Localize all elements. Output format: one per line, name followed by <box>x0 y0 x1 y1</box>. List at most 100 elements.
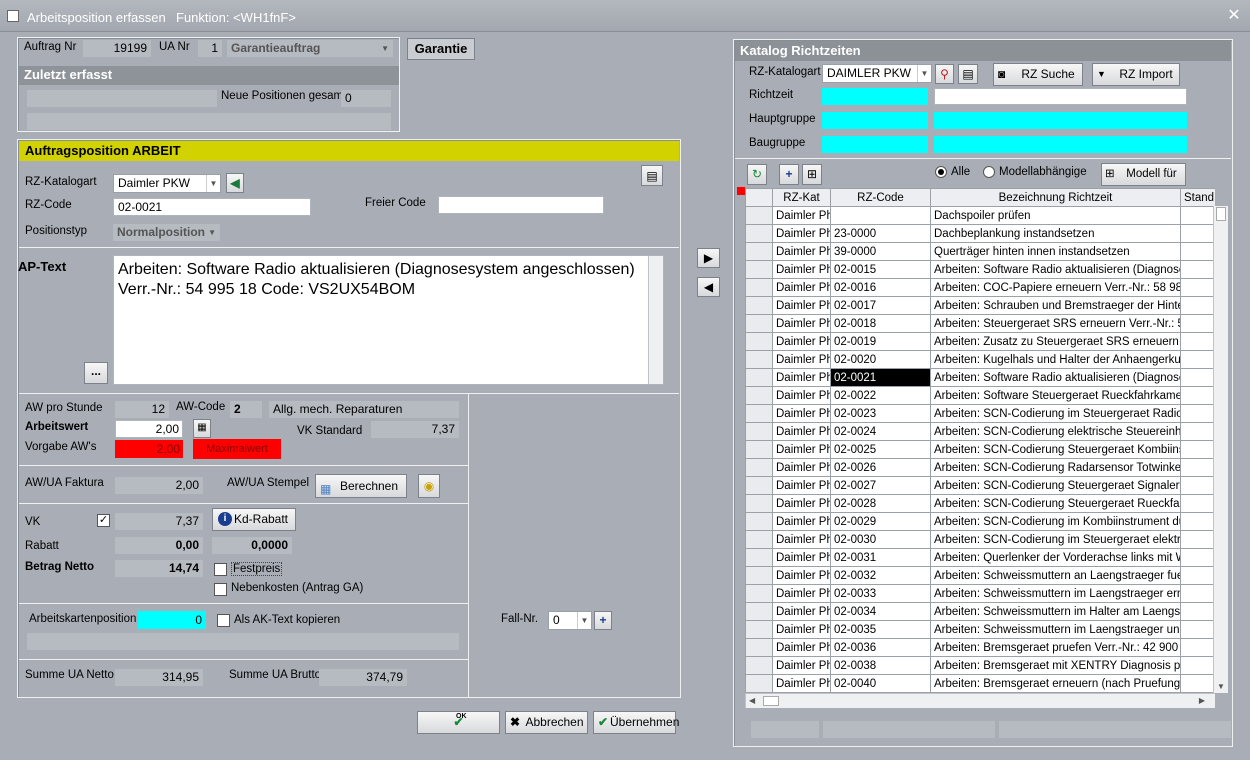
table-cell[interactable]: Daimler Ph <box>772 206 831 225</box>
row-header[interactable] <box>745 476 773 495</box>
table-cell[interactable]: Daimler Ph <box>772 458 831 477</box>
table-row[interactable]: Daimler Ph 02-0015 Arbeiten: Software Radi… <box>745 260 1215 279</box>
table-cell[interactable]: Arbeiten: Software Radio aktualisieren (… <box>930 368 1181 387</box>
table-cell[interactable] <box>1180 422 1215 441</box>
row-header[interactable] <box>745 224 773 243</box>
table-row[interactable]: Daimler Ph 02-0029 Arbeiten: SCN-Codierung… <box>745 512 1215 531</box>
table-row[interactable]: Daimler Ph 02-0036 Arbeiten: Bremsgeraet p… <box>745 638 1215 657</box>
arbeitswert-input[interactable]: 2,00 <box>115 420 183 438</box>
row-header[interactable] <box>745 404 773 423</box>
row-header[interactable] <box>745 674 773 693</box>
table-cell[interactable]: Querträger hinten innen instandsetzen <box>930 242 1181 261</box>
table-cell[interactable]: 02-0023 <box>830 404 931 423</box>
table-cell[interactable] <box>1180 638 1215 657</box>
table-cell[interactable]: Daimler Ph <box>772 440 831 459</box>
hauptgruppe-text[interactable] <box>934 112 1187 129</box>
table-cell[interactable] <box>1180 314 1215 333</box>
table-cell[interactable] <box>1180 296 1215 315</box>
row-header[interactable] <box>745 584 773 603</box>
stamp-icon[interactable]: ◉ <box>418 474 440 498</box>
row-header[interactable] <box>745 548 773 567</box>
table-row[interactable]: Daimler Ph 02-0033 Arbeiten: Schweissmutte… <box>745 584 1215 603</box>
rz-katalogart-select[interactable]: Daimler PKW ▼ <box>113 174 221 193</box>
table-cell[interactable] <box>1180 386 1215 405</box>
table-cell[interactable]: 02-0032 <box>830 566 931 585</box>
table-cell[interactable] <box>1180 278 1215 297</box>
table-cell[interactable]: 02-0015 <box>830 260 931 279</box>
table-row[interactable]: Daimler Ph 23-0000 Dachbeplankung instands… <box>745 224 1215 243</box>
uebernehmen-button[interactable]: ✔ Übernehmen <box>593 711 679 734</box>
table-cell[interactable]: Arbeiten: SCN-Codierung im Kombiinstrume… <box>930 512 1181 531</box>
scroll-thumb[interactable] <box>763 696 779 706</box>
table-cell[interactable]: 02-0036 <box>830 638 931 657</box>
table-cell[interactable]: 23-0000 <box>830 224 931 243</box>
row-header[interactable] <box>745 332 773 351</box>
table-cell[interactable]: Dachbeplankung instandsetzen <box>930 224 1181 243</box>
table-row[interactable]: Daimler Ph 02-0038 Arbeiten: Bremsgeraet m… <box>745 656 1215 675</box>
table-cell[interactable]: Daimler Ph <box>772 260 831 279</box>
table-cell[interactable]: 02-0024 <box>830 422 931 441</box>
row-header[interactable] <box>745 314 773 333</box>
table-cell[interactable] <box>1180 602 1215 621</box>
table-cell[interactable]: Daimler Ph <box>772 494 831 513</box>
table-cell[interactable]: Daimler Ph <box>772 422 831 441</box>
table-cell[interactable]: Daimler Ph <box>772 620 831 639</box>
table-cell[interactable]: 02-0033 <box>830 584 931 603</box>
table-cell[interactable]: Daimler Ph <box>772 566 831 585</box>
row-header[interactable] <box>745 242 773 261</box>
table-row[interactable]: Daimler Ph 02-0023 Arbeiten: SCN-Codierung… <box>745 404 1215 423</box>
table-row[interactable]: Daimler Ph 02-0017 Arbeiten: Schrauben und… <box>745 296 1215 315</box>
scroll-down-icon[interactable]: ▼ <box>1217 682 1225 691</box>
festpreis-checkbox[interactable] <box>214 563 227 576</box>
garantie-button[interactable]: Garantie <box>407 38 475 60</box>
row-header[interactable] <box>745 260 773 279</box>
ap-text-area[interactable]: Arbeiten: Software Radio aktualisieren (… <box>113 255 664 385</box>
table-cell[interactable]: Arbeiten: SCN-Codierung Steuergeraet Rue… <box>930 494 1181 513</box>
row-header[interactable] <box>745 206 773 225</box>
table-cell[interactable]: Dachspoiler prüfen <box>930 206 1181 225</box>
table-row[interactable]: Daimler Ph 02-0034 Arbeiten: Schweissmutte… <box>745 602 1215 621</box>
row-header[interactable] <box>745 278 773 297</box>
table-cell[interactable] <box>1180 440 1215 459</box>
row-header[interactable] <box>745 422 773 441</box>
table-cell[interactable]: Daimler Ph <box>772 584 831 603</box>
table-cell[interactable]: 02-0016 <box>830 278 931 297</box>
kd-rabatt-button[interactable]: i Kd-Rabatt <box>212 508 296 531</box>
table-cell[interactable]: Arbeiten: Bremsgeraet mit XENTRY Diagnos… <box>930 656 1181 675</box>
table-cell[interactable]: 02-0025 <box>830 440 931 459</box>
add-icon[interactable]: + <box>594 611 612 630</box>
tree-icon[interactable]: ⊞ <box>802 164 822 185</box>
table-cell[interactable] <box>1180 476 1215 495</box>
table-cell[interactable] <box>1180 242 1215 261</box>
header-cell[interactable] <box>745 188 773 207</box>
table-cell[interactable]: Arbeiten: Querlenker der Vorderachse lin… <box>930 548 1181 567</box>
berechnen-button[interactable]: ▦ Berechnen <box>315 474 407 498</box>
table-cell[interactable]: 02-0038 <box>830 656 931 675</box>
table-cell[interactable] <box>1180 584 1215 603</box>
table-cell[interactable]: Daimler Ph <box>772 476 831 495</box>
rz-code-input[interactable]: 02-0021 <box>113 198 311 216</box>
fall-nr-select[interactable]: 0 ▼ <box>548 611 592 630</box>
table-row[interactable]: Daimler Ph 02-0028 Arbeiten: SCN-Codierung… <box>745 494 1215 513</box>
scroll-thumb[interactable] <box>1216 207 1226 221</box>
table-cell[interactable] <box>1180 566 1215 585</box>
row-header[interactable] <box>745 620 773 639</box>
table-cell[interactable]: Daimler Ph <box>772 404 831 423</box>
table-row[interactable]: Daimler Ph 39-0000 Querträger hinten innen… <box>745 242 1215 261</box>
table-cell[interactable]: Arbeiten: SCN-Codierung Radarsensor Totw… <box>930 458 1181 477</box>
table-cell[interactable] <box>1180 224 1215 243</box>
table-cell[interactable]: 02-0020 <box>830 350 931 369</box>
table-cell[interactable] <box>1180 512 1215 531</box>
table-cell[interactable]: Arbeiten: Zusatz zu Steuergeraet SRS ern… <box>930 332 1181 351</box>
calendar-icon[interactable]: ▤ <box>958 64 978 84</box>
table-cell[interactable]: 02-0035 <box>830 620 931 639</box>
ak-copy-checkbox[interactable] <box>217 614 230 627</box>
table-row[interactable]: Daimler Ph 02-0040 Arbeiten: Bremsgeraet e… <box>745 674 1215 693</box>
hauptgruppe-input[interactable] <box>822 112 928 129</box>
table-cell[interactable]: 02-0026 <box>830 458 931 477</box>
search-icon[interactable]: ⚲ <box>935 64 954 84</box>
refresh-icon[interactable]: ↻ <box>747 164 767 185</box>
table-cell[interactable]: Arbeiten: SCN-Codierung im Steuergeraet … <box>930 530 1181 549</box>
table-cell[interactable]: Arbeiten: Software Steuergeraet Rueckfah… <box>930 386 1181 405</box>
table-row[interactable]: Daimler Ph Dachspoiler prüfen <box>745 206 1215 225</box>
